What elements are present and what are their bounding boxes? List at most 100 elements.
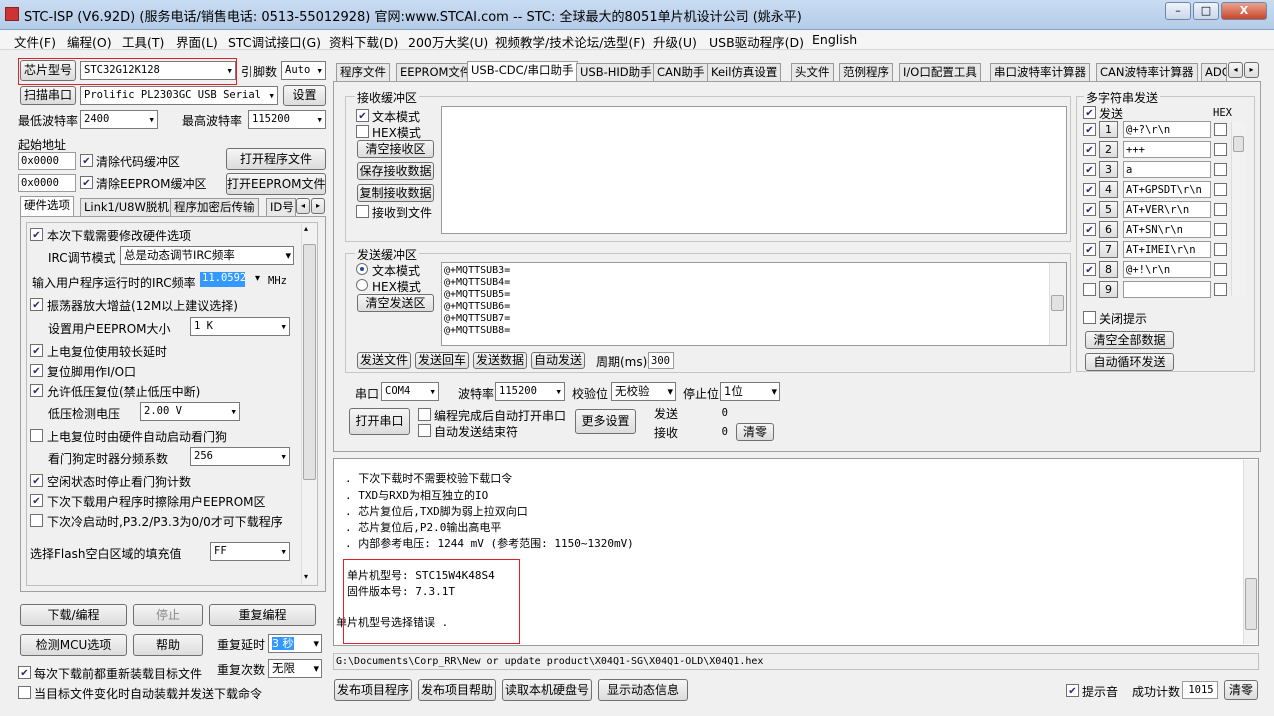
tab-link1[interactable]: Link1/U8W脱机	[80, 198, 173, 216]
menu-prize[interactable]: 200万大奖(U)	[408, 32, 488, 51]
publish-help-button[interactable]: 发布项目帮助	[418, 679, 496, 701]
settings-button[interactable]: 设置	[283, 85, 326, 106]
clear-count-button[interactable]: 清零	[736, 423, 774, 441]
log-scrollbar[interactable]	[1243, 460, 1258, 644]
more-settings-button[interactable]: 更多设置	[575, 409, 636, 434]
multi-send-row-checkbox[interactable]	[1083, 163, 1096, 176]
menu-english[interactable]: English	[812, 32, 857, 47]
close-button[interactable]: X	[1221, 2, 1267, 20]
wdt-hw-checkbox[interactable]	[30, 429, 43, 442]
recv-hex-mode-checkbox[interactable]	[356, 125, 369, 138]
wdt-div-select[interactable]: 256	[190, 447, 290, 466]
code-address-input[interactable]: 0x0000	[18, 152, 76, 170]
recv-to-file-checkbox[interactable]	[356, 205, 369, 218]
multi-send-row-input[interactable]: AT+GPSDT\r\n	[1123, 181, 1211, 198]
irc-freq-dropdown-icon[interactable]: ▾	[255, 273, 260, 284]
auto-open-checkbox[interactable]	[418, 408, 431, 421]
tab-examples[interactable]: 范例程序	[839, 63, 893, 81]
multi-send-row-button[interactable]: 8	[1099, 261, 1118, 278]
port-select-serial[interactable]: COM4	[381, 382, 439, 401]
send-scrollbar[interactable]	[1049, 263, 1066, 345]
multi-send-row-checkbox[interactable]	[1083, 223, 1096, 236]
tab-io-config[interactable]: I/O口配置工具	[899, 63, 981, 81]
multi-send-row-button[interactable]: 3	[1099, 161, 1118, 178]
help-button[interactable]: 帮助	[133, 634, 203, 656]
modify-hw-checkbox[interactable]	[30, 228, 43, 241]
open-program-button[interactable]: 打开程序文件	[226, 148, 326, 170]
multi-send-row-checkbox[interactable]	[1083, 123, 1096, 136]
close-hint-checkbox[interactable]	[1083, 311, 1096, 324]
tab-encrypt[interactable]: 程序加密后传输	[170, 198, 259, 216]
multi-send-row-checkbox[interactable]	[1083, 243, 1096, 256]
multi-send-row-hex-checkbox[interactable]	[1214, 243, 1227, 256]
multi-send-row-checkbox[interactable]	[1083, 183, 1096, 196]
save-receive-button[interactable]: 保存接收数据	[357, 162, 434, 180]
lv-select[interactable]: 2.00 V	[140, 402, 240, 421]
multi-send-row-button[interactable]: 7	[1099, 241, 1118, 258]
baud-select[interactable]: 115200	[495, 382, 565, 401]
clear-send-button[interactable]: 清空发送区	[357, 294, 434, 312]
menu-upgrade[interactable]: 升级(U)	[653, 32, 697, 51]
clear-all-button[interactable]: 清空全部数据	[1085, 331, 1174, 349]
repeat-delay-select[interactable]: 3 秒	[268, 634, 322, 653]
tab-id[interactable]: ID号	[266, 198, 296, 216]
flash-fill-select[interactable]: FF	[210, 542, 290, 561]
menu-debug[interactable]: STC调试接口(G)	[228, 32, 321, 51]
open-port-button[interactable]: 打开串口	[349, 408, 410, 435]
tab-baud-calc[interactable]: 串口波特率计算器	[990, 63, 1090, 81]
multi-send-row-checkbox[interactable]	[1083, 283, 1096, 296]
tab-program-file[interactable]: 程序文件	[336, 63, 390, 81]
multi-send-row-input[interactable]: AT+VER\r\n	[1123, 201, 1211, 218]
multi-send-row-hex-checkbox[interactable]	[1214, 223, 1227, 236]
tab-usb-hid[interactable]: USB-HID助手	[576, 63, 656, 81]
tab-can-helper[interactable]: CAN助手	[653, 63, 709, 81]
receive-textarea[interactable]	[441, 106, 1067, 234]
multi-scrollbar[interactable]	[1231, 122, 1245, 296]
recv-text-mode-checkbox[interactable]	[356, 109, 369, 122]
multi-send-row-hex-checkbox[interactable]	[1214, 163, 1227, 176]
clear-code-checkbox[interactable]	[80, 154, 93, 167]
auto-loop-button[interactable]: 自动循环发送	[1085, 353, 1174, 371]
menu-download[interactable]: 资料下载(D)	[329, 32, 398, 51]
reload-each-checkbox[interactable]	[18, 666, 31, 679]
scan-port-button[interactable]: 扫描串口	[20, 86, 76, 105]
port-select[interactable]: Prolific PL2303GC USB Serial (	[80, 86, 278, 105]
multi-send-row-hex-checkbox[interactable]	[1214, 283, 1227, 296]
menu-tools[interactable]: 工具(T)	[122, 32, 164, 51]
show-animation-button[interactable]: 显示动态信息	[598, 679, 688, 701]
multi-send-row-input[interactable]	[1123, 281, 1211, 298]
menu-program[interactable]: 编程(O)	[67, 32, 112, 51]
open-eeprom-button[interactable]: 打开EEPROM文件	[226, 173, 326, 195]
download-program-button[interactable]: 下载/编程	[20, 604, 127, 626]
min-baud-select[interactable]: 2400	[80, 110, 158, 129]
sound-checkbox[interactable]	[1066, 684, 1079, 697]
multi-send-row-button[interactable]: 5	[1099, 201, 1118, 218]
multi-send-row-hex-checkbox[interactable]	[1214, 123, 1227, 136]
auto-end-checkbox[interactable]	[418, 424, 431, 437]
idle-wdt-checkbox[interactable]	[30, 474, 43, 487]
tab-next-icon[interactable]: ▸	[311, 198, 325, 214]
reset-io-checkbox[interactable]	[30, 364, 43, 377]
multi-send-row-hex-checkbox[interactable]	[1214, 183, 1227, 196]
send-textarea[interactable]: @+MQTTSUB3= @+MQTTSUB4= @+MQTTSUB5= @+MQ…	[441, 262, 1067, 346]
irc-freq-input[interactable]: 11.0592	[200, 272, 246, 287]
multi-send-row-button[interactable]: 9	[1099, 281, 1118, 298]
max-baud-select[interactable]: 115200	[248, 110, 326, 129]
main-tab-prev-icon[interactable]: ◂	[1228, 62, 1243, 78]
multi-send-row-checkbox[interactable]	[1083, 143, 1096, 156]
send-enter-button[interactable]: 发送回车	[415, 352, 469, 369]
auto-send-button[interactable]: 自动发送	[531, 352, 585, 369]
tab-eeprom-file[interactable]: EEPROM文件	[396, 63, 476, 81]
menu-usb-driver[interactable]: USB驱动程序(D)	[709, 32, 804, 51]
minimize-button[interactable]: –	[1165, 2, 1191, 20]
multi-send-row-checkbox[interactable]	[1083, 263, 1096, 276]
cold-boot-checkbox[interactable]	[30, 514, 43, 527]
erase-eeprom-checkbox[interactable]	[30, 494, 43, 507]
clear-success-button[interactable]: 清零	[1224, 680, 1258, 700]
eeprom-size-select[interactable]: 1 K	[190, 317, 290, 336]
send-text-mode-radio[interactable]	[356, 263, 368, 275]
main-tab-next-icon[interactable]: ▸	[1244, 62, 1259, 78]
tab-usb-cdc-serial[interactable]: USB-CDC/串口助手	[467, 61, 578, 81]
repeat-program-button[interactable]: 重复编程	[209, 604, 316, 626]
multi-send-row-hex-checkbox[interactable]	[1214, 203, 1227, 216]
